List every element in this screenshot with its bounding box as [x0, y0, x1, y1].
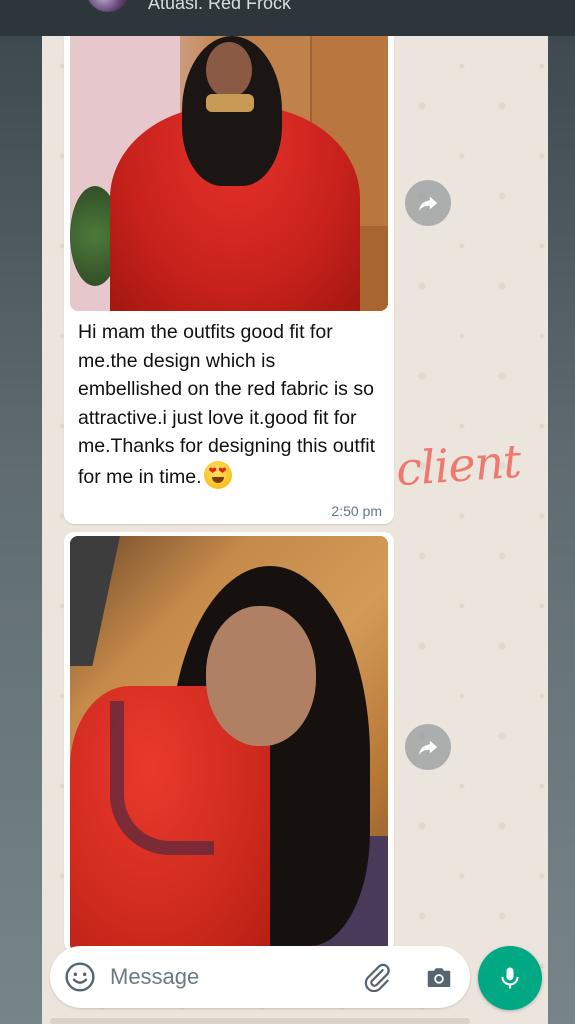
photo-face: [206, 606, 316, 746]
photo-door-frame: [70, 536, 120, 666]
message-caption: Hi mam the outfits good fit for me.the d…: [78, 318, 384, 491]
photo-face: [206, 42, 252, 98]
message-bubble[interactable]: Hi mam the outfits good fit for me.the d…: [64, 36, 394, 524]
smiley-icon[interactable]: [64, 961, 96, 993]
message-composer: [50, 946, 470, 1008]
chat-header: Atuasi. Red Frock: [0, 0, 575, 36]
forward-button[interactable]: [405, 180, 451, 226]
next-message-edge: [50, 1018, 470, 1024]
microphone-button[interactable]: [478, 946, 542, 1010]
contact-avatar[interactable]: [86, 0, 130, 12]
forward-arrow-icon: [418, 740, 438, 756]
forward-arrow-icon: [418, 196, 438, 212]
message-input[interactable]: [110, 962, 340, 992]
paperclip-icon[interactable]: [362, 962, 392, 992]
photo-neckline-embroidery: [206, 94, 254, 112]
forward-button[interactable]: [405, 724, 451, 770]
message-caption-text: Hi mam the outfits good fit for me.the d…: [78, 321, 375, 488]
chat-panel: Hi mam the outfits good fit for me.the d…: [42, 36, 548, 1024]
message-bubble[interactable]: [64, 532, 394, 952]
message-time: 2:50 pm: [331, 503, 382, 519]
photo-neckline-embroidery: [110, 701, 214, 855]
handwritten-client-label: client: [394, 433, 523, 497]
heart-eyes-emoji-icon: [203, 460, 232, 489]
microphone-icon: [501, 967, 519, 989]
message-photo[interactable]: [70, 36, 388, 311]
chat-title[interactable]: Atuasi. Red Frock: [148, 0, 291, 12]
message-photo[interactable]: [70, 536, 388, 952]
camera-icon[interactable]: [424, 962, 454, 992]
